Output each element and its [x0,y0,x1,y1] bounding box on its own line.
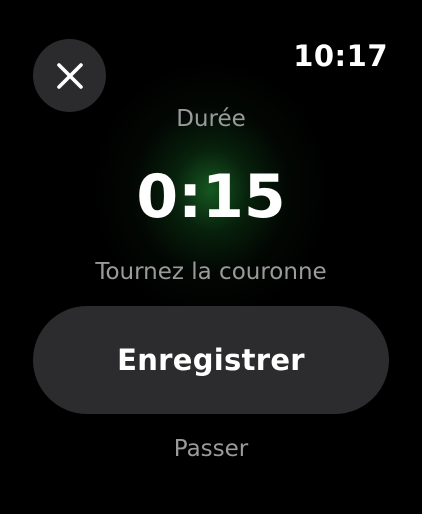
status-time: 10:17 [293,39,388,73]
duration-label: Durée [176,106,246,132]
save-button-label: Enregistrer [117,343,305,377]
duration-value[interactable]: 0:15 [0,160,422,234]
close-button[interactable] [33,39,106,112]
close-icon [56,62,83,89]
watch-screen: 10:17 Durée 0:15 Tournez la couronne Enr… [0,0,422,514]
skip-button[interactable]: Passer [0,434,422,464]
save-button[interactable]: Enregistrer [33,306,389,414]
crown-hint: Tournez la couronne [95,259,327,285]
